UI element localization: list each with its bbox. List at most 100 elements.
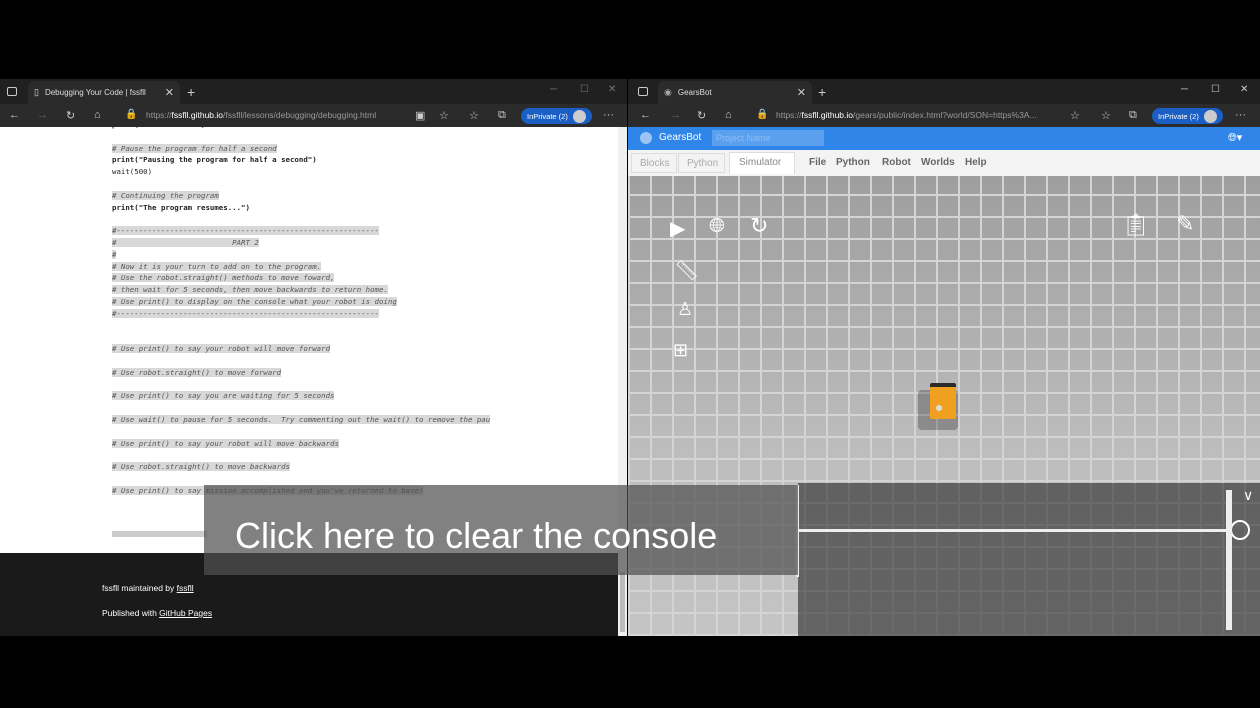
menu-python[interactable]: Python bbox=[836, 157, 870, 168]
home-icon[interactable]: ⌂ bbox=[94, 109, 101, 121]
tab-python[interactable]: Python bbox=[678, 153, 725, 173]
close-window-icon[interactable]: ✕ bbox=[1240, 84, 1248, 95]
close-window-icon[interactable]: ✕ bbox=[608, 84, 616, 95]
home-icon[interactable]: ⌂ bbox=[725, 109, 732, 121]
tab-title: Debugging Your Code | fssfll bbox=[44, 88, 146, 97]
url-field[interactable]: https://fssfll.github.io/gears/public/in… bbox=[776, 110, 1061, 120]
left-address-bar: ← → ↻ ⌂ 🔒 https://fssfll.github.io/fssfl… bbox=[0, 104, 627, 127]
tooltip-text: Click here to clear the console bbox=[235, 515, 718, 556]
new-tab-icon[interactable]: + bbox=[818, 84, 826, 100]
reader-icon[interactable]: ▣ bbox=[415, 109, 425, 122]
tab-debugging[interactable]: ▯ Debugging Your Code | fssfll ✕ bbox=[28, 81, 180, 104]
refresh-icon[interactable]: ↻ bbox=[66, 109, 75, 122]
horizontal-scrollbar[interactable] bbox=[112, 531, 207, 537]
ruler-icon[interactable]: 📏︎ bbox=[674, 258, 699, 283]
tab-actions-icon[interactable] bbox=[7, 87, 17, 96]
collections-icon[interactable]: ⧉ bbox=[1129, 109, 1137, 122]
menu-worlds[interactable]: Worlds bbox=[921, 157, 955, 168]
new-tab-icon[interactable]: + bbox=[187, 84, 195, 100]
published-with: Published with GitHub Pages bbox=[102, 608, 213, 618]
menu-file[interactable]: File bbox=[809, 157, 826, 168]
code-line: print("Pausing the program for half a se… bbox=[112, 155, 317, 165]
tab-actions-icon[interactable] bbox=[638, 87, 648, 96]
collapse-chevron-icon[interactable]: ∨ bbox=[1243, 487, 1253, 504]
close-tab-icon[interactable]: ✕ bbox=[797, 86, 806, 99]
code-line: # PART 2 bbox=[112, 237, 259, 247]
gearsbot-logo-icon bbox=[640, 132, 652, 144]
inprivate-badge[interactable]: InPrivate (2) bbox=[1152, 108, 1223, 124]
code-line: # Use robot.straight() to move backwards bbox=[112, 462, 290, 472]
code-line: # Use print() to say your robot will mov… bbox=[112, 344, 331, 354]
tab-blocks[interactable]: Blocks bbox=[631, 153, 677, 173]
url-field[interactable]: https://fssfll.github.io/fssfll/lessons/… bbox=[146, 110, 406, 120]
maintainer-link[interactable]: fssfll bbox=[177, 583, 194, 593]
left-tab-bar: ▯ Debugging Your Code | fssfll ✕ + ─ ☐ ✕ bbox=[0, 79, 627, 104]
lock-icon[interactable]: 🔒 bbox=[125, 109, 137, 120]
robot[interactable] bbox=[930, 383, 956, 419]
collections-icon[interactable]: ⧉ bbox=[498, 109, 506, 122]
favorites-icon[interactable]: ☆ bbox=[1101, 109, 1111, 122]
maintained-by: fssfll maintained by fssfll bbox=[102, 583, 194, 593]
gearsbot-favicon-icon: ◉ bbox=[664, 87, 672, 97]
code-line: # then wait for 5 seconds, then move bac… bbox=[112, 285, 388, 295]
gearsbot-title: GearsBot bbox=[659, 132, 702, 143]
favorite-add-icon[interactable]: ☆ bbox=[1070, 109, 1080, 122]
minimize-icon[interactable]: ─ bbox=[1181, 84, 1188, 95]
tab-gearsbot[interactable]: ◉ GearsBot ✕ bbox=[658, 81, 812, 104]
avatar bbox=[1203, 109, 1217, 123]
page-icon: ▯ bbox=[34, 87, 39, 97]
refresh-icon[interactable]: ↻ bbox=[697, 109, 706, 122]
world-icon[interactable]: 🌐︎ bbox=[709, 215, 725, 238]
project-name-input[interactable]: Project Name bbox=[712, 130, 824, 146]
forward-icon[interactable]: → bbox=[37, 109, 48, 121]
code-line: #---------------------------------------… bbox=[112, 226, 379, 236]
code-line: # Use print() to display on the console … bbox=[112, 296, 397, 306]
menu-robot[interactable]: Robot bbox=[882, 157, 911, 168]
favorite-add-icon[interactable]: ☆ bbox=[439, 109, 449, 122]
lock-icon[interactable]: 🔒 bbox=[756, 109, 768, 120]
clipboard-icon[interactable]: 📋︎ bbox=[1122, 212, 1150, 238]
play-icon[interactable]: ▶ bbox=[670, 216, 685, 241]
console-scrollbar[interactable] bbox=[1226, 490, 1232, 630]
minimize-icon[interactable]: ─ bbox=[550, 84, 557, 95]
gearsbot-header: GearsBot Project Name 🌐︎▾ bbox=[628, 127, 1260, 150]
sensors-icon[interactable]: ⊞ bbox=[673, 340, 688, 361]
more-icon[interactable]: ··· bbox=[1235, 109, 1246, 121]
inprivate-badge[interactable]: InPrivate (2) bbox=[521, 108, 592, 124]
code-line: # Use robot.straight() to move forward bbox=[112, 367, 282, 377]
maximize-icon[interactable]: ☐ bbox=[580, 84, 589, 95]
back-icon[interactable]: ← bbox=[640, 109, 651, 121]
favorites-icon[interactable]: ☆ bbox=[469, 109, 479, 122]
back-icon[interactable]: ← bbox=[9, 109, 20, 121]
globe-language-icon[interactable]: 🌐︎▾ bbox=[1228, 131, 1242, 145]
right-tab-bar: ◉ GearsBot ✕ + ─ ☐ ✕ bbox=[628, 79, 1260, 104]
close-tab-icon[interactable]: ✕ bbox=[165, 86, 174, 99]
code-line: # Use wait() to pause for 5 seconds. Try… bbox=[112, 414, 491, 424]
code-line: # bbox=[112, 249, 117, 259]
maximize-icon[interactable]: ☐ bbox=[1211, 84, 1220, 95]
more-icon[interactable]: ··· bbox=[603, 109, 614, 121]
code-line: # Use print() to say your robot will mov… bbox=[112, 438, 339, 448]
code-line: wait(500) bbox=[112, 167, 153, 177]
pen-icon[interactable]: ✎ bbox=[1176, 211, 1194, 237]
clear-console-icon[interactable] bbox=[1230, 520, 1250, 540]
github-pages-link[interactable]: GitHub Pages bbox=[159, 608, 212, 618]
tab-simulator[interactable]: Simulator bbox=[729, 152, 795, 174]
console-panel[interactable] bbox=[798, 483, 1260, 636]
joystick-icon[interactable]: ♙ bbox=[677, 299, 693, 320]
forward-icon[interactable]: → bbox=[670, 109, 681, 121]
code-line: # Continuing the program bbox=[112, 190, 219, 200]
tab-title: GearsBot bbox=[677, 88, 712, 97]
code-line: # Use the robot.straight() methods to mo… bbox=[112, 273, 335, 283]
menu-help[interactable]: Help bbox=[965, 157, 987, 168]
reset-icon[interactable]: ↻ bbox=[750, 213, 768, 239]
code-line: print("The program resumes...") bbox=[112, 202, 250, 212]
code-line: # Use print() to say you are waiting for… bbox=[112, 391, 335, 401]
